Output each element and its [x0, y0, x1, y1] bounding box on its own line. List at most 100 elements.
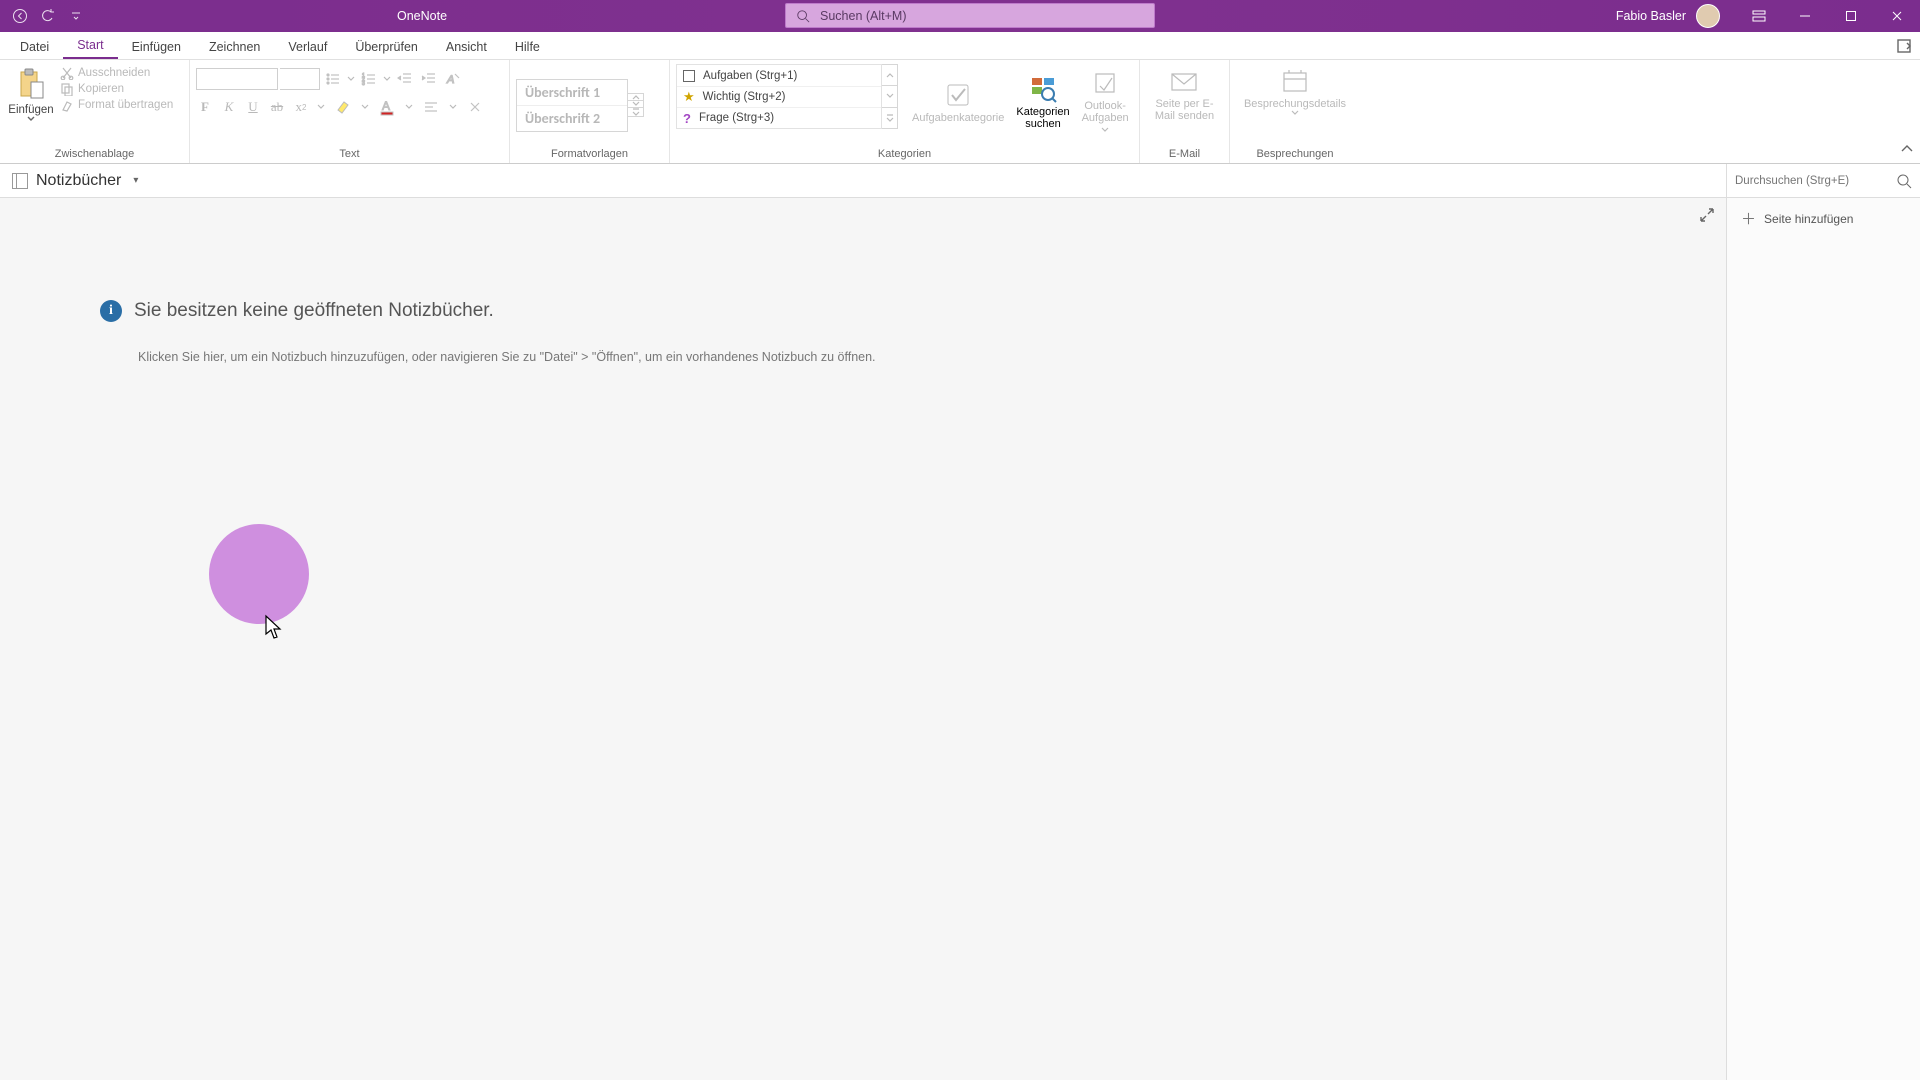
font-color-dropdown[interactable] [404, 104, 414, 110]
paste-button[interactable]: Einfügen [6, 64, 56, 122]
info-icon: i [100, 300, 122, 322]
highlight-dropdown[interactable] [360, 104, 370, 110]
format-painter-label: Format übertragen [78, 99, 173, 111]
chevron-down-icon [1291, 110, 1299, 116]
style-scroll-up[interactable] [628, 93, 644, 101]
email-label-1: Seite per E- [1155, 98, 1213, 110]
delete-button[interactable] [464, 96, 486, 118]
find-categories-button[interactable]: Kategorien suchen [1010, 64, 1075, 136]
main-area: i Sie besitzen keine geöffneten Notizbüc… [0, 198, 1920, 1080]
chevron-down-icon [1101, 127, 1109, 133]
align-button[interactable] [420, 96, 442, 118]
notebook-picker[interactable]: Notizbücher ▾ [12, 172, 138, 190]
plus-icon: ＋ [1741, 208, 1756, 229]
tag-todo[interactable]: Aufgaben (Strg+1) [677, 65, 881, 86]
strike-button[interactable]: ab [268, 97, 286, 117]
font-color-button[interactable]: A [376, 96, 398, 118]
add-page-label: Seite hinzufügen [1764, 212, 1853, 226]
ribbon-tabs: Datei Start Einfügen Zeichnen Verlauf Üb… [0, 32, 1920, 60]
subscript-dropdown[interactable] [316, 104, 326, 110]
expand-panel-icon[interactable] [1698, 206, 1718, 226]
copy-button[interactable]: Kopieren [60, 82, 173, 96]
copy-label: Kopieren [78, 83, 124, 95]
tab-verlauf[interactable]: Verlauf [274, 34, 341, 59]
style-h2[interactable]: Überschrift 2 [517, 105, 627, 131]
meeting-details-label: Besprechungsdetails [1244, 98, 1346, 110]
group-label-clipboard: Zwischenablage [6, 146, 183, 163]
format-painter-button[interactable]: Format übertragen [60, 98, 173, 112]
tag-question[interactable]: ? Frage (Strg+3) [677, 107, 881, 128]
ribbon-mode-icon[interactable] [1736, 0, 1782, 32]
italic-button[interactable]: K [220, 97, 238, 117]
numbering-button[interactable]: 123 [358, 68, 380, 90]
clear-format-button[interactable]: A [442, 68, 464, 90]
search-icon [796, 9, 810, 23]
bold-button[interactable]: F [196, 97, 214, 117]
font-name-select[interactable] [196, 68, 278, 90]
style-h1[interactable]: Überschrift 1 [517, 80, 627, 105]
avatar[interactable] [1696, 4, 1720, 28]
group-label-styles: Formatvorlagen [516, 146, 663, 163]
todo-category-label: Aufgabenkategorie [912, 112, 1004, 124]
outdent-button[interactable] [394, 68, 416, 90]
group-meetings: Besprechungsdetails Besprechungen [1230, 60, 1360, 163]
style-expand[interactable] [628, 108, 644, 117]
cut-button[interactable]: Ausschneiden [60, 66, 173, 80]
notebook-bar: Notizbücher ▾ [0, 164, 1920, 198]
tag-important[interactable]: ★ Wichtig (Strg+2) [677, 86, 881, 107]
chevron-down-icon: ▾ [133, 175, 138, 186]
empty-subtitle[interactable]: Klicken Sie hier, um ein Notizbuch hinzu… [138, 350, 1920, 364]
bullets-button[interactable] [322, 68, 344, 90]
svg-text:A: A [382, 99, 390, 113]
numbering-dropdown[interactable] [382, 76, 392, 82]
search-input[interactable] [820, 9, 1120, 23]
highlight-button[interactable] [332, 96, 354, 118]
subscript-button[interactable]: x2 [292, 97, 310, 117]
todo-category-button[interactable]: Aufgabenkategorie [906, 64, 1010, 136]
page-panel: ＋ Seite hinzufügen [1726, 198, 1920, 1080]
font-size-select[interactable] [280, 68, 320, 90]
tab-hilfe[interactable]: Hilfe [501, 34, 554, 59]
back-icon[interactable] [10, 6, 30, 26]
qat-customize-icon[interactable] [66, 6, 86, 26]
search-box[interactable] [785, 3, 1155, 28]
empty-title: Sie besitzen keine geöffneten Notizbüche… [134, 300, 494, 322]
tag-todo-label: Aufgaben (Strg+1) [703, 70, 797, 82]
tag-gallery[interactable]: Aufgaben (Strg+1) ★ Wichtig (Strg+2) ? F… [676, 64, 882, 129]
group-label-tags: Kategorien [676, 146, 1133, 163]
tag-expand[interactable] [882, 108, 898, 129]
align-dropdown[interactable] [448, 104, 458, 110]
bullets-dropdown[interactable] [346, 76, 356, 82]
notebook-title: Notizbücher [36, 172, 121, 190]
page-search-input[interactable] [1735, 175, 1896, 187]
tab-zeichnen[interactable]: Zeichnen [195, 34, 274, 59]
tag-scroll-up[interactable] [882, 64, 898, 86]
share-icon[interactable] [1896, 38, 1912, 59]
email-page-button[interactable]: Seite per E- Mail senden [1147, 64, 1222, 122]
undo-icon[interactable] [38, 6, 58, 26]
underline-button[interactable]: U [244, 97, 262, 117]
tag-scroll-down[interactable] [882, 86, 898, 107]
add-page-button[interactable]: ＋ Seite hinzufügen [1727, 198, 1920, 239]
minimize-button[interactable] [1782, 0, 1828, 32]
style-gallery[interactable]: Überschrift 1 Überschrift 2 [516, 79, 628, 132]
outlook-tasks-button[interactable]: Outlook- Aufgaben [1076, 64, 1135, 136]
indent-button[interactable] [418, 68, 440, 90]
collapse-ribbon-button[interactable] [1900, 141, 1914, 159]
title-bar: OneNote Fabio Basler [0, 0, 1920, 32]
page-search-box[interactable] [1726, 164, 1920, 198]
group-text: 123 A F K U ab x2 [190, 60, 510, 163]
email-label-2: Mail senden [1155, 110, 1214, 122]
style-scroll-down[interactable] [628, 101, 644, 108]
ribbon: Einfügen Ausschneiden Kopieren Format üb… [0, 60, 1920, 164]
tab-ueberpruefen[interactable]: Überprüfen [341, 34, 432, 59]
tab-einfuegen[interactable]: Einfügen [118, 34, 195, 59]
tab-start[interactable]: Start [63, 32, 117, 59]
outlook-tasks-label-2: Aufgaben [1082, 112, 1129, 124]
maximize-button[interactable] [1828, 0, 1874, 32]
meeting-details-button[interactable]: Besprechungsdetails [1236, 64, 1354, 116]
svg-text:A: A [446, 74, 454, 86]
close-button[interactable] [1874, 0, 1920, 32]
tab-ansicht[interactable]: Ansicht [432, 34, 501, 59]
tab-datei[interactable]: Datei [6, 34, 63, 59]
